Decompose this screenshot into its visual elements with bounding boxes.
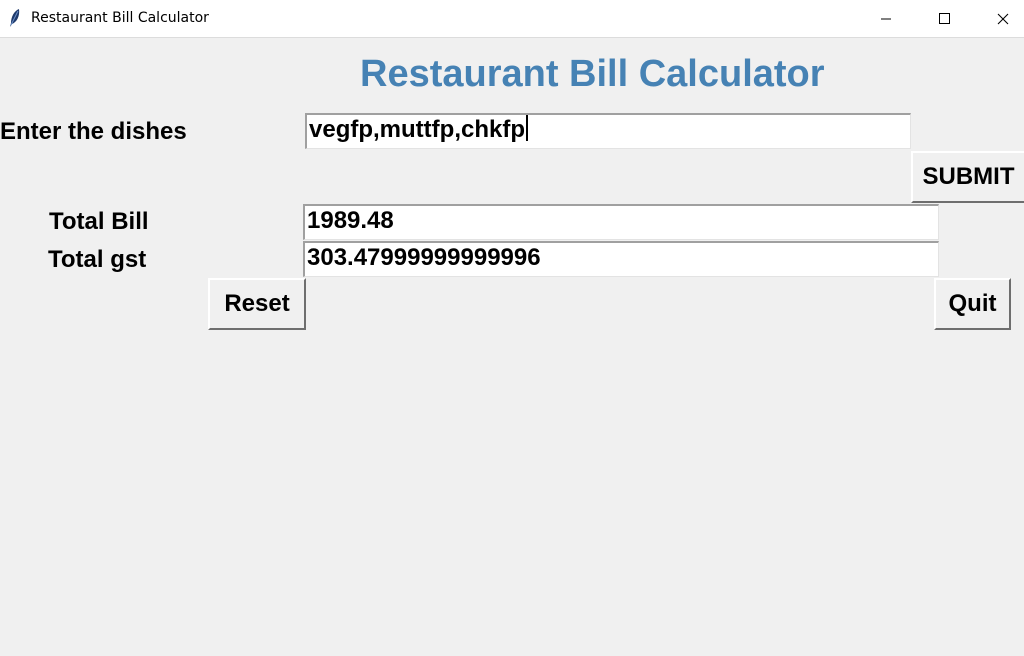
minimize-button[interactable] xyxy=(863,0,909,37)
total-gst-field[interactable]: 303.47999999999996 xyxy=(303,241,939,277)
reset-button[interactable]: Reset xyxy=(208,278,306,330)
submit-button[interactable]: SUBMIT xyxy=(911,151,1024,203)
total-bill-value: 1989.48 xyxy=(307,207,394,234)
page-title: Restaurant Bill Calculator xyxy=(360,53,825,95)
close-button[interactable] xyxy=(980,0,1024,37)
feather-icon xyxy=(10,9,20,27)
close-icon xyxy=(997,13,1009,25)
maximize-icon xyxy=(939,13,950,24)
total-bill-label: Total Bill xyxy=(49,208,149,235)
total-gst-label: Total gst xyxy=(48,246,147,273)
minimize-icon xyxy=(881,18,891,20)
window-title: Restaurant Bill Calculator xyxy=(31,10,209,26)
text-cursor xyxy=(526,115,528,141)
dishes-input[interactable]: vegfp,muttfp,chkfp xyxy=(305,113,911,149)
title-bar: Restaurant Bill Calculator xyxy=(0,0,1024,38)
total-bill-field[interactable]: 1989.48 xyxy=(303,204,939,240)
total-gst-value: 303.47999999999996 xyxy=(307,244,541,271)
dishes-input-value: vegfp,muttfp,chkfp xyxy=(309,116,525,143)
maximize-button[interactable] xyxy=(921,0,967,37)
dishes-label: Enter the dishes xyxy=(0,118,187,145)
quit-button[interactable]: Quit xyxy=(934,278,1011,330)
